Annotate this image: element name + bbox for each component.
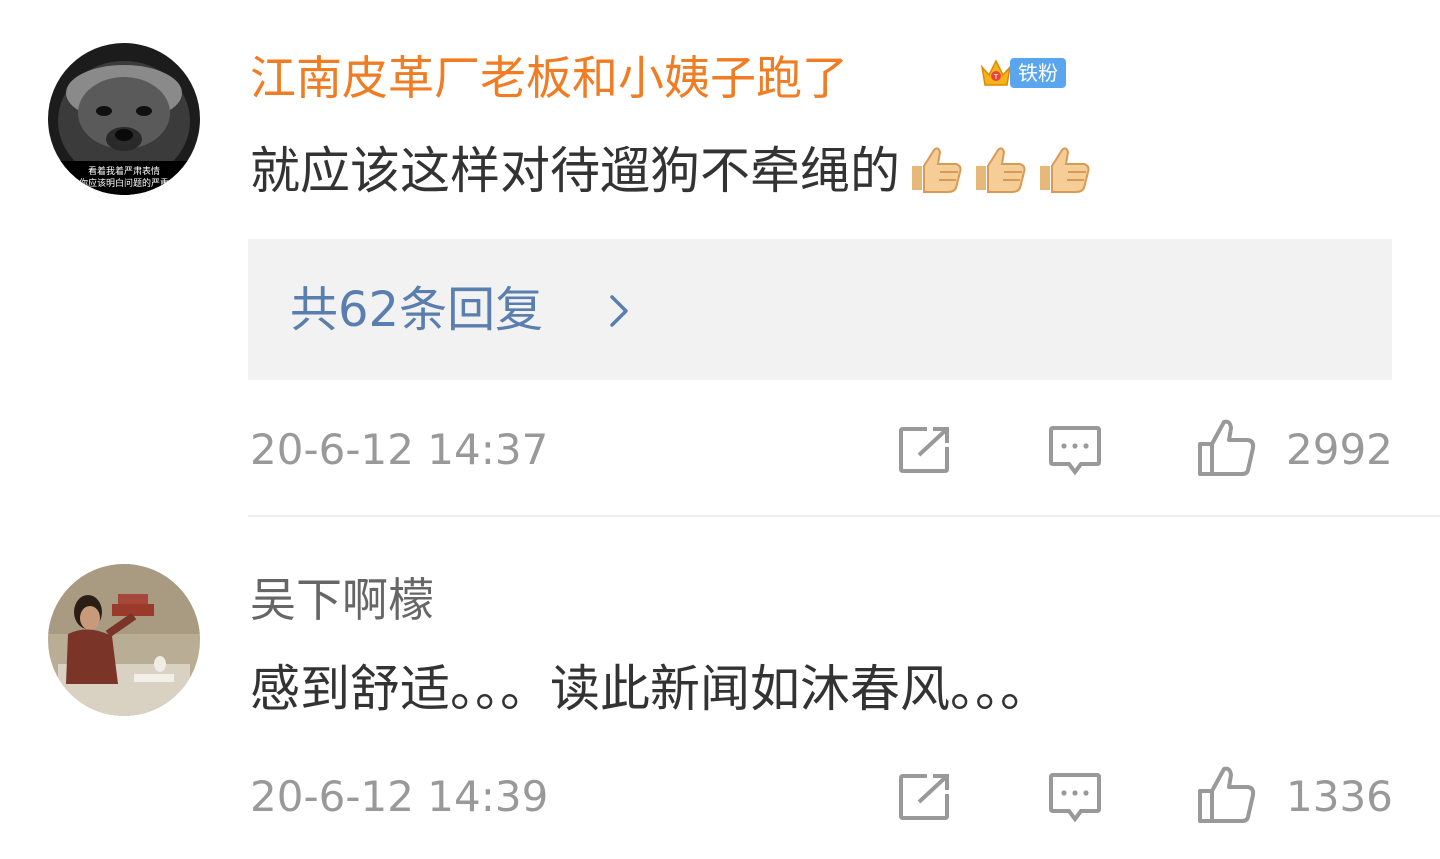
like-count: 2992	[1286, 425, 1393, 474]
thumbs-up-emoji	[1040, 147, 1090, 193]
comment-icon[interactable]	[1047, 771, 1103, 823]
thumbs-up-emoji	[976, 147, 1026, 193]
timestamp: 20-6-12 14:37	[250, 425, 549, 474]
comment-item: 吴下啊檬 感到舒适。。。读此新闻如沐春风。。。 20-6-12 14:39 13…	[0, 517, 1440, 859]
crown-icon: T	[980, 59, 1012, 86]
share-icon[interactable]	[897, 425, 953, 475]
thumbs-up-icon[interactable]	[1196, 418, 1258, 478]
replies-count-label: 共62条回复	[290, 282, 544, 338]
avatar-caption: 看着我着严肃表情	[88, 165, 160, 177]
avatar[interactable]: 看着我着严肃表情 你应该明白问题的严重	[48, 43, 200, 195]
like-count: 1336	[1286, 772, 1393, 821]
fan-badge[interactable]: T 铁粉	[978, 55, 1066, 91]
thumbs-up-emoji	[912, 147, 962, 193]
username[interactable]: 江南皮革厂老板和小姨子跑了	[250, 55, 848, 101]
comment-body: 就应该这样对待遛狗不牵绳的	[250, 142, 900, 200]
thumbs-up-icon[interactable]	[1196, 765, 1258, 825]
comment-text: 感到舒适。。。读此新闻如沐春风。。。	[250, 660, 1050, 718]
username[interactable]: 吴下啊檬	[250, 577, 434, 623]
comment-text: 就应该这样对待遛狗不牵绳的	[250, 144, 1092, 196]
timestamp: 20-6-12 14:39	[250, 772, 549, 821]
view-replies-button[interactable]: 共62条回复	[248, 239, 1392, 380]
badge-label: 铁粉	[1010, 58, 1066, 88]
comment-item: 看着我着严肃表情 你应该明白问题的严重 江南皮革厂老板和小姨子跑了 T 铁粉 就…	[0, 0, 1440, 517]
chevron-right-icon	[610, 295, 628, 327]
share-icon[interactable]	[897, 772, 953, 822]
svg-text:T: T	[993, 73, 999, 81]
avatar[interactable]	[48, 564, 200, 716]
comment-icon[interactable]	[1047, 424, 1103, 476]
avatar-caption: 你应该明白问题的严重	[79, 177, 169, 189]
